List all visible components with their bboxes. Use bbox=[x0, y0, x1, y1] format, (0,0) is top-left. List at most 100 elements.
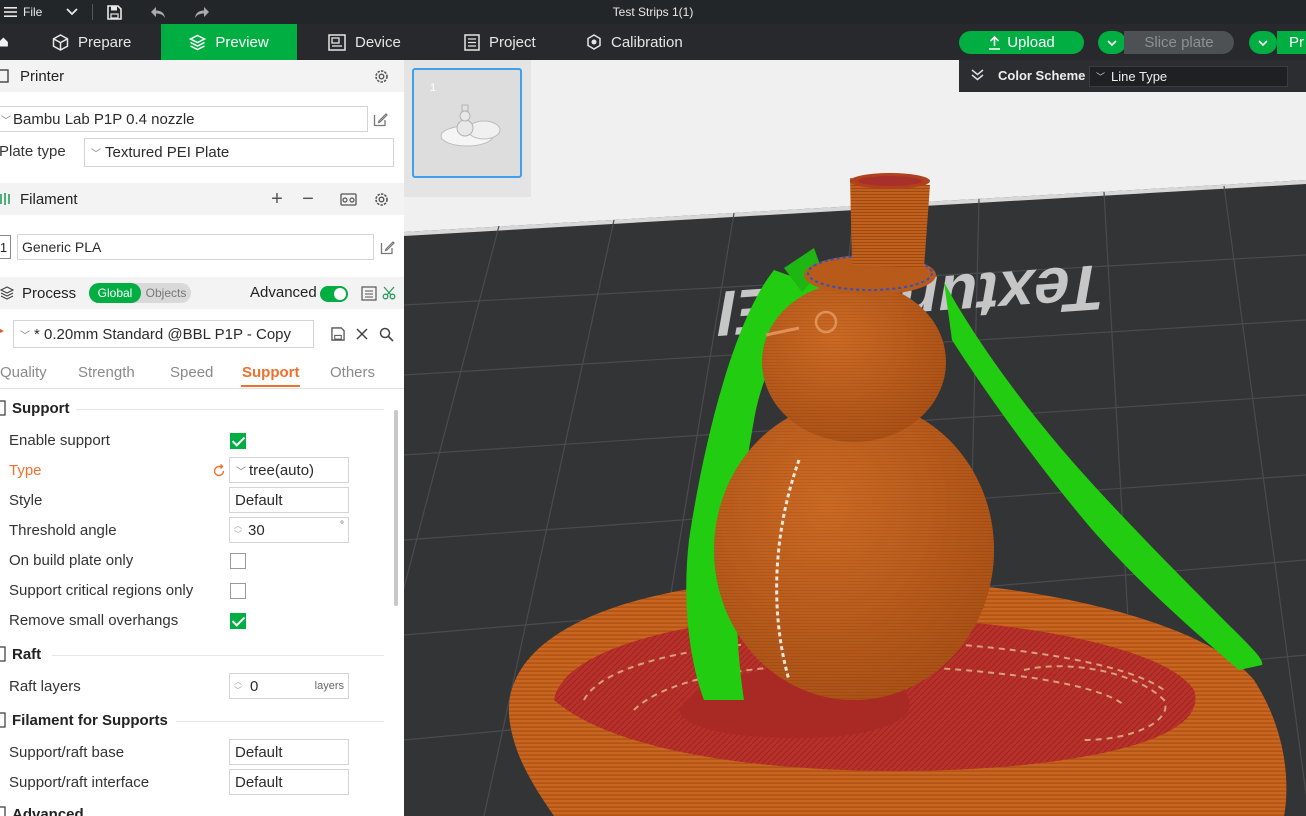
enable-support-checkbox[interactable] bbox=[230, 433, 246, 449]
tab-prepare-label: Prepare bbox=[78, 33, 132, 51]
printer-settings-button[interactable] bbox=[370, 65, 392, 87]
tab-quality[interactable]: Quality bbox=[0, 364, 47, 381]
sidebar-scrollbar[interactable] bbox=[394, 410, 398, 606]
sync-ams-button[interactable] bbox=[337, 188, 359, 210]
color-scheme-select[interactable]: ﹀ Line Type bbox=[1089, 66, 1288, 87]
support-style-label: Style bbox=[9, 492, 43, 509]
search-settings-button[interactable] bbox=[376, 324, 396, 344]
build-plate-only-checkbox[interactable] bbox=[230, 553, 246, 569]
global-toggle-option[interactable]: Global bbox=[89, 283, 141, 303]
modified-indicator-icon bbox=[0, 329, 4, 333]
edit-printer-button[interactable] bbox=[370, 109, 390, 129]
model-head-layers bbox=[762, 282, 946, 442]
tab-others[interactable]: Others bbox=[330, 364, 375, 381]
critical-regions-checkbox[interactable] bbox=[230, 583, 246, 599]
remove-filament-button[interactable]: − bbox=[297, 188, 319, 210]
filament-section-header: Filament + − bbox=[0, 183, 404, 215]
layers-icon bbox=[189, 34, 207, 50]
home-button[interactable] bbox=[0, 24, 18, 60]
process-preset-name: * 0.20mm Standard @BBL P1P - Copy bbox=[34, 325, 292, 343]
file-menu[interactable]: File bbox=[0, 0, 46, 24]
redo-button[interactable] bbox=[190, 0, 214, 24]
edit-filament-button[interactable] bbox=[377, 237, 397, 257]
tab-prepare[interactable]: Prepare bbox=[52, 24, 131, 60]
plate-type-select[interactable]: ﹀ Textured PEI Plate bbox=[84, 138, 394, 167]
filament-icon bbox=[0, 193, 10, 205]
threshold-angle-input[interactable]: ︿ ﹀ 30 ° bbox=[229, 517, 349, 543]
print-options-dropdown[interactable] bbox=[1249, 31, 1277, 54]
scene-canvas: Textured PEI bbox=[404, 173, 1306, 816]
add-filament-button[interactable]: + bbox=[266, 188, 288, 210]
print-plate-button[interactable]: Pr bbox=[1277, 31, 1306, 54]
tab-project[interactable]: Project bbox=[464, 24, 536, 60]
slice-plate-button[interactable]: Slice plate bbox=[1124, 31, 1234, 54]
advanced-group-title: Advanced bbox=[12, 806, 84, 816]
objects-toggle-option[interactable]: Objects bbox=[143, 283, 189, 303]
advanced-toggle[interactable] bbox=[320, 286, 348, 302]
tab-preview[interactable]: Preview bbox=[161, 24, 297, 60]
support-group-icon bbox=[0, 400, 6, 416]
critical-regions-label: Support critical regions only bbox=[9, 582, 194, 599]
minus-icon: − bbox=[302, 187, 314, 210]
enable-support-label: Enable support bbox=[9, 432, 110, 449]
chevron-down-icon: ﹀ bbox=[236, 466, 246, 478]
chevron-down-icon: ﹀ bbox=[91, 149, 101, 160]
close-preset-button[interactable] bbox=[352, 324, 372, 344]
gear-icon bbox=[374, 192, 388, 206]
remove-overhangs-checkbox[interactable] bbox=[230, 613, 246, 629]
tab-strength[interactable]: Strength bbox=[78, 364, 135, 381]
home-icon bbox=[0, 37, 8, 47]
device-icon bbox=[328, 33, 346, 51]
collapse-legend-button[interactable] bbox=[971, 69, 984, 84]
process-preset-select[interactable]: ﹀ * 0.20mm Standard @BBL P1P - Copy bbox=[13, 320, 314, 348]
tab-device[interactable]: Device bbox=[328, 24, 401, 60]
support-style-select[interactable]: Default bbox=[229, 487, 349, 513]
save-button[interactable] bbox=[103, 0, 126, 24]
file-menu-dropdown[interactable] bbox=[62, 0, 82, 24]
filament-slot-badge[interactable]: 1 bbox=[0, 235, 11, 259]
printer-name: Bambu Lab P1P 0.4 nozzle bbox=[13, 110, 195, 128]
raft-layers-value: 0 bbox=[250, 677, 259, 695]
save-preset-button[interactable] bbox=[328, 324, 348, 344]
tab-calibration[interactable]: Calibration bbox=[586, 24, 683, 60]
group-divider bbox=[76, 409, 384, 410]
group-divider bbox=[52, 655, 384, 656]
plate-list-panel: 1 bbox=[404, 60, 531, 197]
3d-viewport[interactable]: Textured PEI 1 bbox=[404, 60, 1306, 816]
plate-type-label: Plate type bbox=[0, 143, 66, 160]
filament-material: Generic PLA bbox=[22, 239, 102, 255]
process-tools-button[interactable] bbox=[380, 284, 398, 302]
tab-support[interactable]: Support bbox=[242, 364, 300, 381]
printer-section-title: Printer bbox=[20, 67, 65, 85]
raft-group-title: Raft bbox=[12, 646, 42, 663]
raft-interface-value: Default bbox=[235, 773, 283, 791]
model-body-layers bbox=[714, 400, 994, 700]
raft-layers-input[interactable]: ︿ ﹀ 0 layers bbox=[229, 673, 349, 699]
filament-select[interactable]: Generic PLA bbox=[17, 234, 374, 260]
filament-section-title: Filament bbox=[20, 190, 78, 208]
plate-thumbnail[interactable]: 1 bbox=[412, 68, 522, 178]
tab-preview-label: Preview bbox=[215, 33, 269, 51]
close-icon bbox=[356, 328, 368, 340]
reset-type-button[interactable] bbox=[211, 463, 227, 479]
filament-settings-button[interactable] bbox=[370, 188, 392, 210]
double-chevron-down-icon bbox=[971, 69, 984, 81]
raft-base-select[interactable]: Default bbox=[229, 739, 349, 765]
printer-icon bbox=[0, 69, 9, 83]
compare-presets-button[interactable] bbox=[360, 284, 378, 302]
filament-supports-icon bbox=[0, 712, 6, 728]
advanced-label: Advanced bbox=[250, 284, 317, 301]
advanced-group-icon bbox=[0, 806, 6, 816]
chevron-down-icon: ﹀ bbox=[1096, 72, 1106, 82]
calibration-icon bbox=[587, 34, 601, 50]
printer-select[interactable]: ﹀ Bambu Lab P1P 0.4 nozzle bbox=[0, 106, 368, 132]
undo-button[interactable] bbox=[146, 0, 170, 24]
upload-button[interactable]: Upload bbox=[959, 31, 1084, 54]
process-section-header: Process Global Objects Advanced bbox=[0, 277, 404, 309]
slice-options-dropdown[interactable] bbox=[1098, 31, 1126, 54]
raft-interface-select[interactable]: Default bbox=[229, 769, 349, 795]
tab-speed[interactable]: Speed bbox=[170, 364, 213, 381]
support-type-select[interactable]: ﹀ tree(auto) bbox=[229, 457, 349, 483]
plate-number: 1 bbox=[430, 82, 437, 94]
slice-plate-label: Slice plate bbox=[1144, 34, 1214, 51]
